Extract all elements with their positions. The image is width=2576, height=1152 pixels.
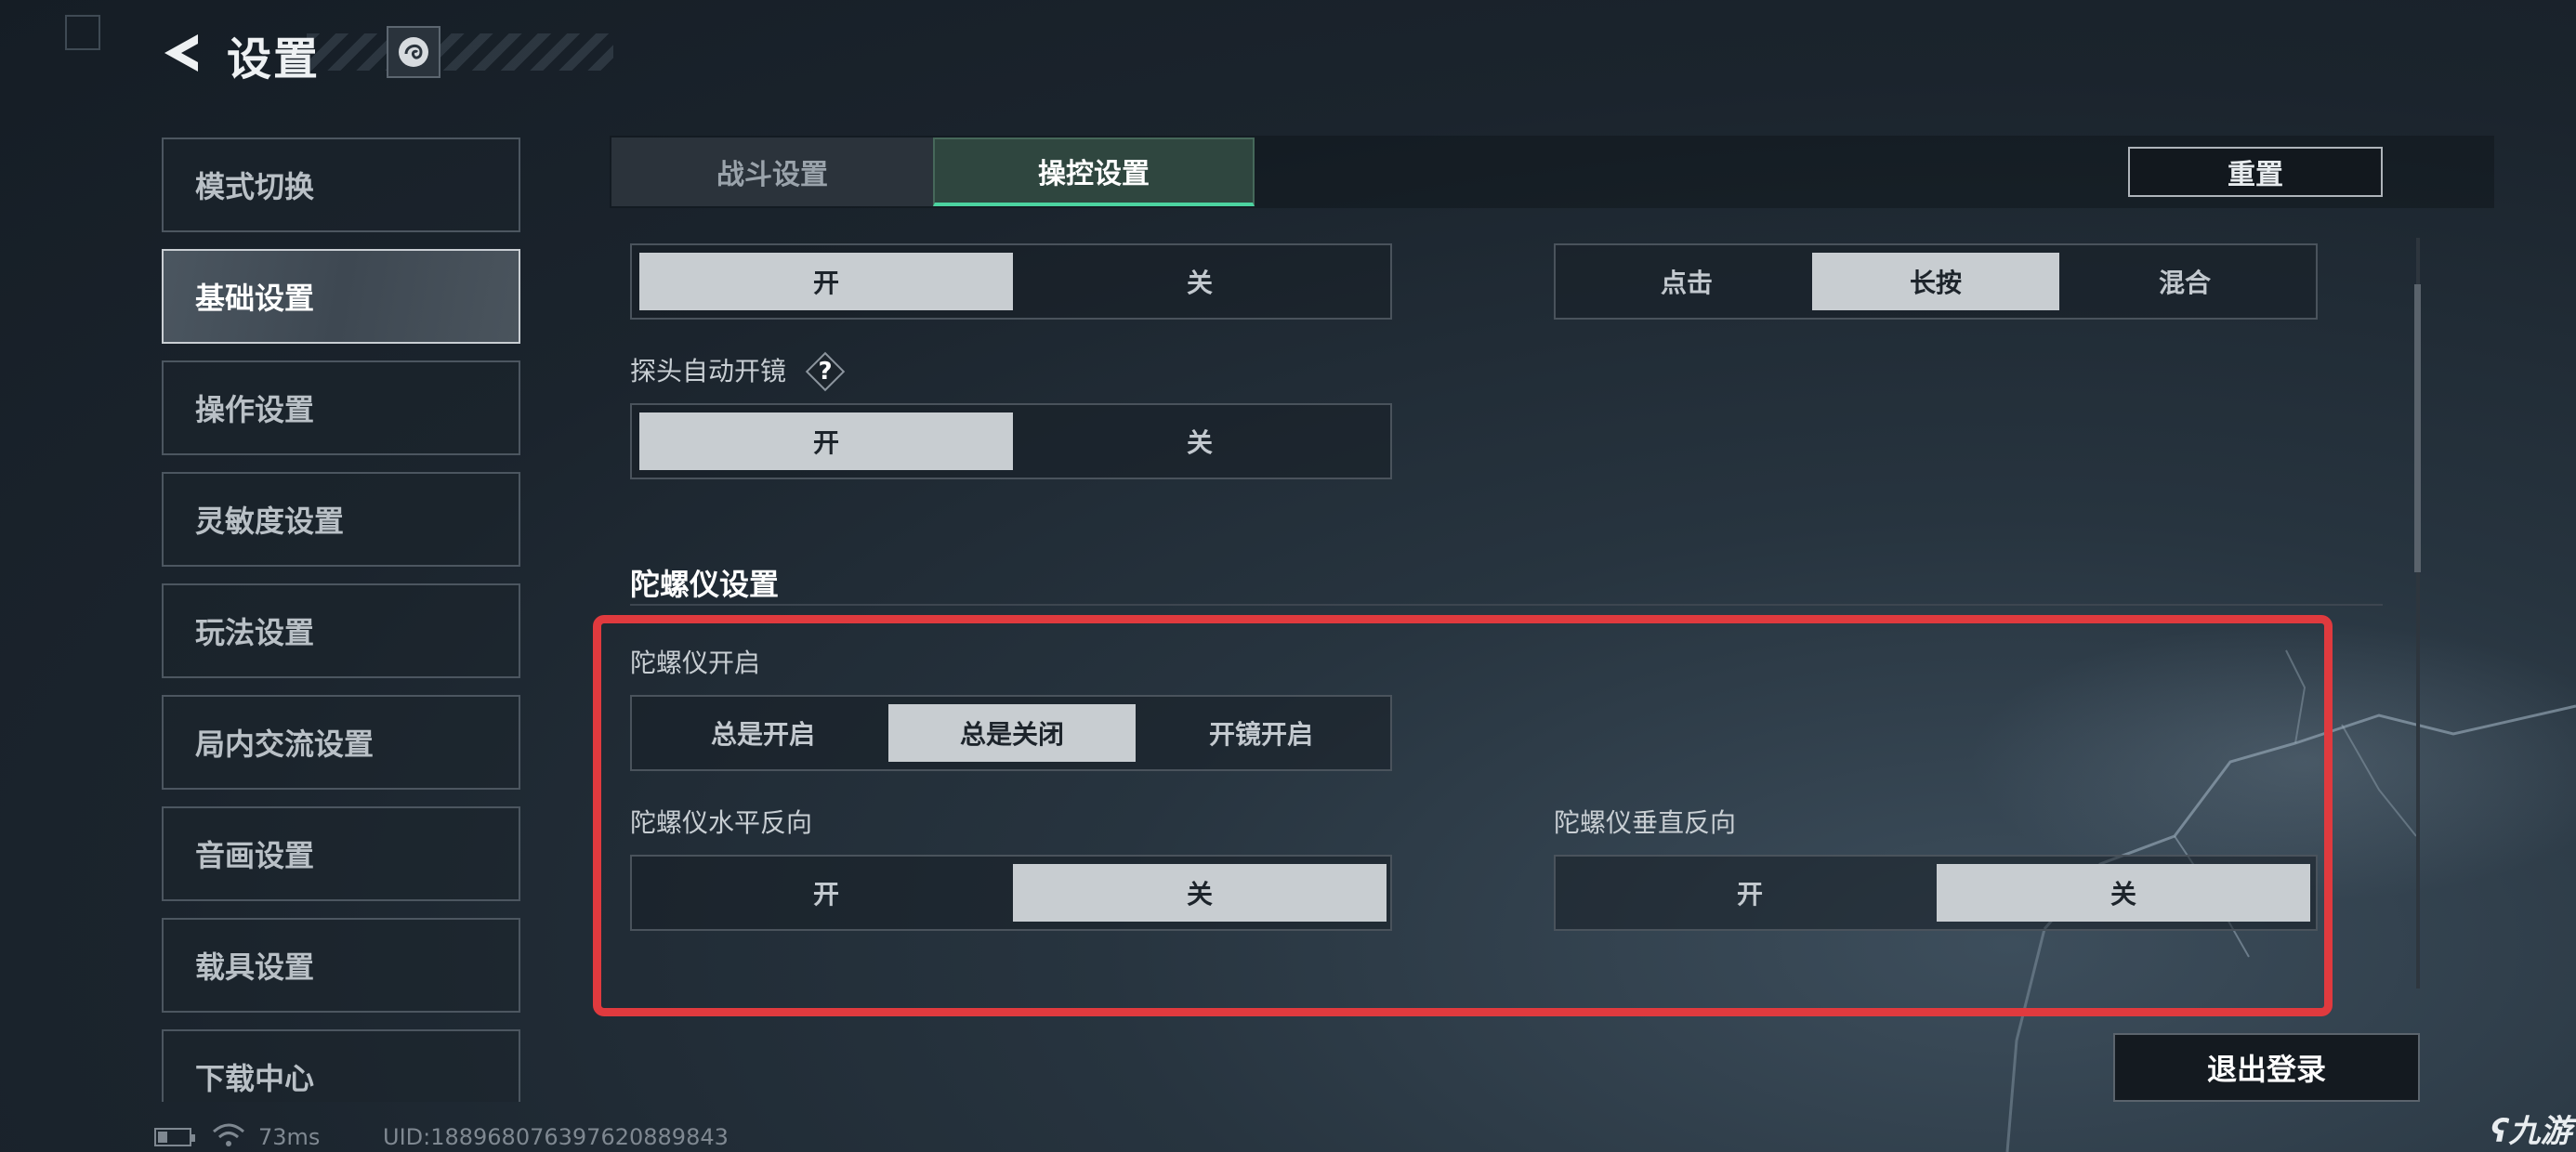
watermark-logo: ʕ九游 xyxy=(2491,1106,2571,1151)
back-arrow-icon xyxy=(164,34,198,72)
sidebar-item-operation-settings[interactable]: 操作设置 xyxy=(162,360,520,455)
probe-auto-scope-label: 探头自动开镜 xyxy=(630,356,787,386)
sidebar-item-communication-settings[interactable]: 局内交流设置 xyxy=(162,695,520,790)
sidebar-item-download-center[interactable]: 下载中心 xyxy=(162,1029,520,1102)
option-mixed[interactable]: 混合 xyxy=(2061,253,2308,310)
option-hold[interactable]: 长按 xyxy=(1812,253,2059,310)
sidebar-item-label: 模式切换 xyxy=(195,169,315,204)
watermark-text: 九游 xyxy=(2508,1113,2572,1150)
sidebar-item-vehicle-settings[interactable]: 载具设置 xyxy=(162,918,520,1013)
watermark-mark-icon: ʕ xyxy=(2491,1113,2509,1150)
sidebar-item-label: 基础设置 xyxy=(195,281,315,316)
tab-control-settings[interactable]: 操控设置 xyxy=(933,137,1255,206)
tab-label: 操控设置 xyxy=(1038,158,1150,190)
sidebar-scroll-clip: 下载中心 xyxy=(162,1029,520,1102)
logout-button[interactable]: 退出登录 xyxy=(2113,1033,2420,1102)
sidebar-item-label: 灵敏度设置 xyxy=(195,504,345,539)
sidebar-item-label: 下载中心 xyxy=(195,1061,315,1096)
ping-readout: 73ms xyxy=(258,1124,321,1150)
sidebar-item-label: 操作设置 xyxy=(195,392,315,427)
page-title: 设置 xyxy=(227,33,321,85)
gyro-section-title: 陀螺仪设置 xyxy=(630,567,780,602)
sidebar-item-audio-video-settings[interactable]: 音画设置 xyxy=(162,806,520,901)
sidebar-item-label: 载具设置 xyxy=(195,949,315,985)
fire-mode-selector: 点击 长按 混合 xyxy=(1554,243,2318,320)
corner-square xyxy=(65,15,100,50)
tab-label: 战斗设置 xyxy=(716,159,828,191)
probe-auto-scope-toggle: 开 关 xyxy=(630,403,1392,479)
highlight-annotation-box xyxy=(593,615,2333,1016)
toggle-row1-left: 开 关 xyxy=(630,243,1392,320)
header-decoration xyxy=(307,33,613,71)
sidebar-item-label: 局内交流设置 xyxy=(195,727,375,762)
back-button[interactable] xyxy=(149,20,214,85)
section-divider xyxy=(630,604,2383,606)
help-icon[interactable]: ? xyxy=(805,351,846,392)
sidebar-item-basic-settings[interactable]: 基础设置 xyxy=(162,249,520,344)
option-off[interactable]: 关 xyxy=(1013,412,1387,470)
sidebar-item-sensitivity-settings[interactable]: 灵敏度设置 xyxy=(162,472,520,567)
option-tap[interactable]: 点击 xyxy=(1563,253,1810,310)
sidebar-item-gameplay-settings[interactable]: 玩法设置 xyxy=(162,583,520,678)
tab-combat-settings[interactable]: 战斗设置 xyxy=(611,137,933,206)
wifi-icon xyxy=(213,1123,244,1146)
sidebar-item-label: 音画设置 xyxy=(195,838,315,873)
option-off[interactable]: 关 xyxy=(1013,253,1387,310)
sidebar-item-label: 玩法设置 xyxy=(195,615,315,650)
profile-emblem-icon xyxy=(399,37,428,67)
sidebar-item-mode-switch[interactable]: 模式切换 xyxy=(162,137,520,232)
battery-icon xyxy=(154,1128,195,1146)
option-on[interactable]: 开 xyxy=(639,412,1013,470)
option-on[interactable]: 开 xyxy=(639,253,1013,310)
scrollbar-thumb[interactable] xyxy=(2414,284,2421,572)
profile-button[interactable] xyxy=(387,26,440,78)
uid-readout: UID:1889680763976208898​43 xyxy=(383,1124,729,1150)
reset-button[interactable]: 重置 xyxy=(2128,147,2383,197)
